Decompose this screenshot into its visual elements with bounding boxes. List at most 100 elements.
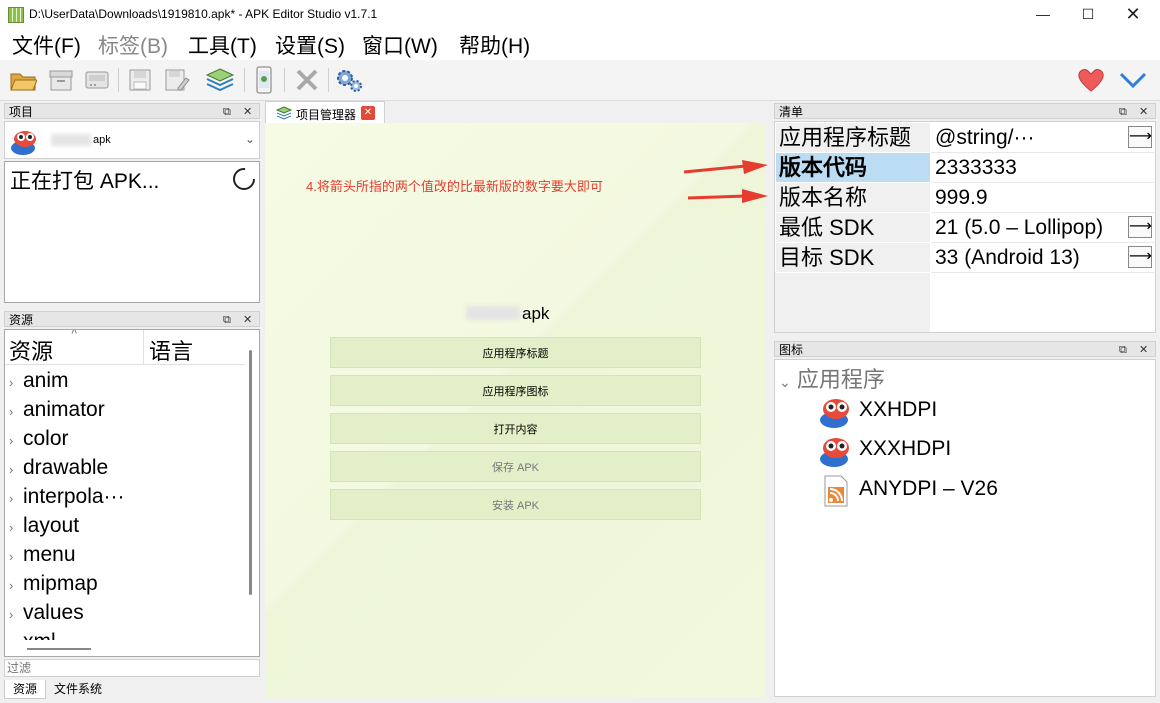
- minimize-button[interactable]: —: [1020, 0, 1066, 28]
- close-panel-icon[interactable]: ✕: [1139, 342, 1148, 358]
- tree-item-interpolator[interactable]: › interpola···: [9, 482, 245, 511]
- tree-item-anim[interactable]: › anim: [9, 366, 245, 395]
- close-project-icon[interactable]: [292, 65, 322, 95]
- horizontal-scrollbar[interactable]: [5, 640, 245, 656]
- chevron-right-icon[interactable]: ›: [9, 455, 23, 484]
- float-panel-icon[interactable]: ⧉: [223, 104, 231, 120]
- arrow-right-icon[interactable]: ⟶: [1128, 216, 1152, 238]
- sort-caret-icon: ˄: [71, 329, 78, 338]
- chevron-right-icon[interactable]: ›: [9, 484, 23, 513]
- chevron-right-icon[interactable]: ›: [9, 513, 23, 542]
- tab-project-manager[interactable]: 项目管理器 ✕: [265, 101, 385, 123]
- app-title-button[interactable]: 应用程序标题: [330, 337, 701, 368]
- annotation-text: 4.将箭头所指的两个值改的比最新版的数字要大即可: [306, 179, 603, 194]
- archive-icon[interactable]: [46, 65, 76, 95]
- chevron-right-icon[interactable]: ›: [9, 571, 23, 600]
- manifest-row-app-title[interactable]: 应用程序标题 @string/··· ⟶: [776, 123, 1154, 153]
- column-language[interactable]: 语言: [149, 334, 193, 366]
- layers-icon[interactable]: [205, 65, 235, 95]
- chevron-right-icon[interactable]: ›: [9, 542, 23, 571]
- device-icon[interactable]: [82, 65, 112, 95]
- resources-tab-bar: 资源 文件系统: [4, 680, 110, 699]
- manifest-row-target-sdk[interactable]: 目标 SDK 33 (Android 13) ⟶: [776, 243, 1154, 273]
- resources-tree: 资源 ˄ 语言 › anim › animator › color › drawable…: [4, 329, 260, 657]
- tree-item-color[interactable]: › color: [9, 424, 245, 453]
- close-window-button[interactable]: ✕: [1110, 0, 1156, 28]
- layers-icon: [276, 106, 292, 120]
- chevron-right-icon[interactable]: ›: [9, 600, 23, 629]
- project-selector[interactable]: apk ⌄: [4, 121, 260, 159]
- window-title: D:\UserData\Downloads\1919810.apk* - APK…: [29, 7, 378, 21]
- vertical-scrollbar[interactable]: [249, 350, 252, 595]
- filter-input[interactable]: [4, 659, 260, 677]
- menu-tabs[interactable]: 标签(B): [96, 30, 170, 60]
- menu-help[interactable]: 帮助(H): [457, 30, 532, 60]
- arrow-right-icon[interactable]: ⟶: [1128, 126, 1152, 148]
- chevron-right-icon[interactable]: ›: [9, 426, 23, 455]
- tree-group-application[interactable]: ⌄ 应用程序: [779, 362, 885, 394]
- chevron-down-icon[interactable]: ⌄: [245, 132, 255, 146]
- apk-editor-logo-icon: [820, 399, 849, 428]
- toolbar-separator: [118, 68, 119, 92]
- blurred-apk-name: [466, 306, 520, 320]
- app-icon-button[interactable]: 应用程序图标: [330, 375, 701, 406]
- float-panel-icon[interactable]: ⧉: [1119, 104, 1127, 120]
- tree-item-drawable[interactable]: › drawable: [9, 453, 245, 482]
- blurred-filename: [51, 134, 91, 146]
- save-apk-button[interactable]: 保存 APK: [330, 451, 701, 482]
- settings-gears-icon[interactable]: [334, 65, 364, 95]
- close-tab-icon[interactable]: ✕: [361, 106, 375, 120]
- manifest-panel-title: 清单: [779, 105, 804, 119]
- icon-item-anydpi[interactable]: ANYDPI – V26: [817, 473, 1117, 509]
- icon-item-xxxhdpi[interactable]: XXXHDPI: [817, 433, 1117, 469]
- icon-item-xxhdpi[interactable]: XXHDPI: [817, 394, 1117, 430]
- manifest-row-version-code[interactable]: 版本代码 2333333: [776, 153, 1154, 183]
- float-panel-icon[interactable]: ⧉: [223, 312, 231, 328]
- close-panel-icon[interactable]: ✕: [243, 104, 252, 120]
- apk-editor-logo-icon: [820, 438, 849, 467]
- resources-panel-header: 资源 ⧉ ✕: [4, 311, 260, 327]
- menu-settings[interactable]: 设置(S): [273, 30, 347, 60]
- tree-item-mipmap[interactable]: › mipmap: [9, 569, 245, 598]
- chevron-right-icon[interactable]: ›: [9, 397, 23, 426]
- red-arrow-icon: [683, 160, 768, 203]
- maximize-button[interactable]: ☐: [1065, 0, 1111, 28]
- loading-spinner-icon: [233, 168, 255, 190]
- column-resource[interactable]: 资源: [9, 334, 53, 366]
- tree-item-menu[interactable]: › menu: [9, 540, 245, 569]
- menu-tools[interactable]: 工具(T): [186, 30, 259, 60]
- float-panel-icon[interactable]: ⧉: [1119, 342, 1127, 358]
- tree-item-values[interactable]: › values: [9, 598, 245, 627]
- close-panel-icon[interactable]: ✕: [1139, 104, 1148, 120]
- close-panel-icon[interactable]: ✕: [243, 312, 252, 328]
- manifest-panel-header: 清单 ⧉ ✕: [774, 103, 1156, 119]
- arrow-right-icon[interactable]: ⟶: [1128, 246, 1152, 268]
- manifest-row-version-name[interactable]: 版本名称 999.9: [776, 183, 1154, 213]
- resources-tree-header: 资源 ˄ 语言: [5, 330, 245, 365]
- menu-bar: 文件(F) 标签(B) 工具(T) 设置(S) 窗口(W) 帮助(H): [0, 28, 1160, 60]
- chevron-right-icon[interactable]: ›: [9, 368, 23, 397]
- install-apk-button[interactable]: 安装 APK: [330, 489, 701, 520]
- apk-editor-logo-icon: [11, 131, 36, 155]
- tab-resources[interactable]: 资源: [4, 680, 47, 699]
- chevron-down-icon[interactable]: [1118, 65, 1148, 95]
- tree-item-animator[interactable]: › animator: [9, 395, 245, 424]
- chevron-down-icon[interactable]: ⌄: [779, 374, 791, 390]
- apk-name: apk: [522, 304, 550, 323]
- open-folder-icon[interactable]: [8, 65, 38, 95]
- toolbar-separator: [244, 68, 245, 92]
- scrollbar-thumb[interactable]: [27, 648, 91, 650]
- tree-item-layout[interactable]: › layout: [9, 511, 245, 540]
- manifest-row-min-sdk[interactable]: 最低 SDK 21 (5.0 – Lollipop) ⟶: [776, 213, 1154, 243]
- tab-filesystem[interactable]: 文件系统: [46, 680, 110, 698]
- open-contents-button[interactable]: 打开内容: [330, 413, 701, 444]
- icons-panel-title: 图标: [779, 343, 804, 357]
- donate-heart-icon[interactable]: [1076, 65, 1106, 95]
- save-as-icon[interactable]: [162, 65, 192, 95]
- menu-window[interactable]: 窗口(W): [360, 30, 440, 60]
- project-panel-header: 项目 ⧉ ✕: [4, 103, 260, 119]
- menu-file[interactable]: 文件(F): [10, 30, 83, 60]
- icons-tree: ⌄ 应用程序 XXHDPI XXXHDPI ANYDPI – V26: [774, 359, 1156, 697]
- phone-install-icon[interactable]: [249, 65, 279, 95]
- save-icon[interactable]: [125, 65, 155, 95]
